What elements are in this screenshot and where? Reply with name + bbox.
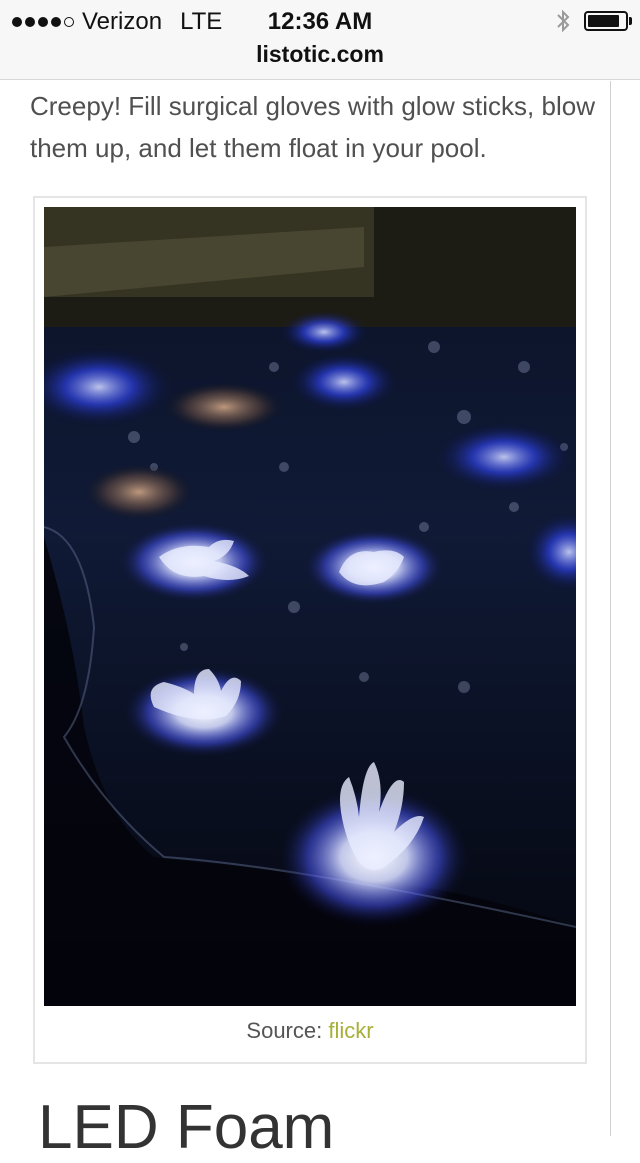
status-icons xyxy=(556,9,632,33)
status-bar: Verizon LTE 12:36 AM listotic.com xyxy=(0,0,640,80)
glowing-gloves-photo[interactable] xyxy=(44,207,576,1006)
image-caption: Source: flickr xyxy=(35,1018,585,1044)
bluetooth-icon xyxy=(557,9,570,33)
article-content: Creepy! Fill surgical gloves with glow s… xyxy=(0,81,640,1162)
flickr-source-link[interactable]: flickr xyxy=(328,1018,373,1043)
url-label[interactable]: listotic.com xyxy=(0,40,640,68)
page-edge-divider xyxy=(610,81,611,1136)
battery-icon xyxy=(584,11,632,31)
next-section-heading: LED Foam xyxy=(38,1093,335,1162)
image-figure: Source: flickr xyxy=(33,196,587,1064)
caption-source-label: Source: xyxy=(246,1018,323,1043)
intro-text: Creepy! Fill surgical gloves with glow s… xyxy=(30,91,595,163)
clock: 12:36 AM xyxy=(267,8,373,35)
